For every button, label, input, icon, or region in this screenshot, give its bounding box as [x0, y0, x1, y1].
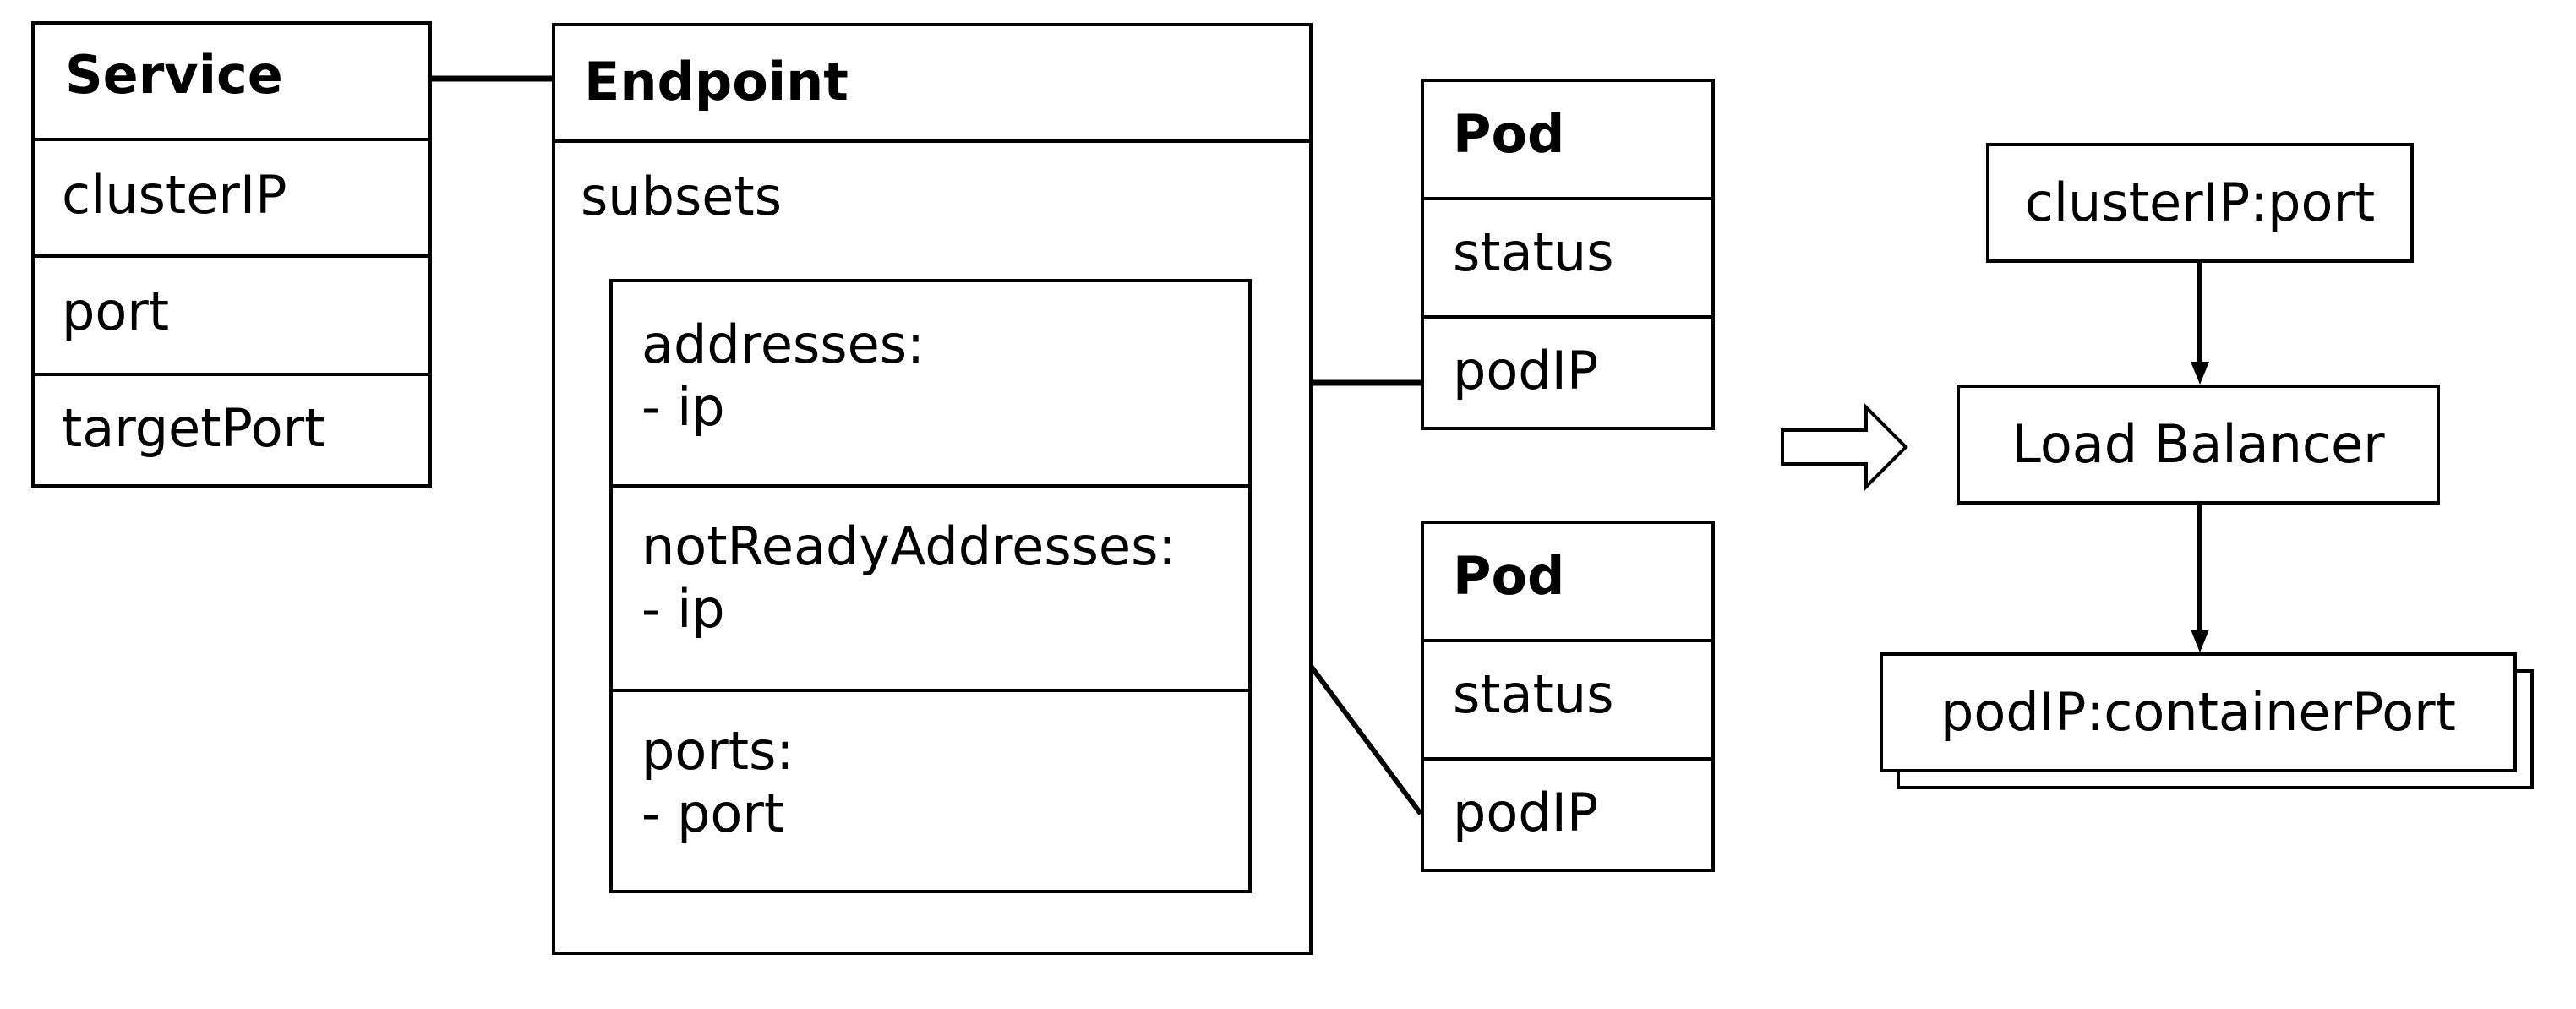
endpoint-title: Endpoint: [584, 51, 849, 112]
subset-row-notready: notReadyAddresses: - ip: [613, 484, 1248, 689]
service-field-row: targetPort: [35, 373, 428, 488]
pod-field-row: status: [1424, 197, 1711, 315]
pod-ip-container-port-box: podIP:containerPort: [1880, 652, 2517, 772]
pod-title: Pod: [1453, 545, 1565, 607]
pod-field-status: status: [1453, 221, 1614, 283]
service-field-port: port: [62, 281, 170, 342]
pod-field-row: podIP: [1424, 757, 1711, 869]
cluster-ip-port-box: clusterIP:port: [1986, 143, 2414, 263]
pod-box: Pod status podIP: [1421, 79, 1715, 430]
subset-row-addresses: addresses: - ip: [613, 282, 1248, 484]
pod-box: Pod status podIP: [1421, 521, 1715, 872]
service-field-row: clusterIP: [35, 138, 428, 254]
pod-field-status: status: [1453, 663, 1614, 725]
pod-field-podip: podIP: [1453, 340, 1599, 401]
subsets-box: addresses: - ip notReadyAddresses: - ip …: [609, 279, 1252, 893]
pod-ip-container-port-label: podIP:containerPort: [1940, 681, 2456, 744]
addresses-label: addresses:: [641, 314, 925, 375]
pod-field-row: podIP: [1424, 315, 1711, 427]
load-balancer-box: Load Balancer: [1957, 385, 2440, 504]
pod-title: Pod: [1453, 103, 1565, 165]
service-field-targetport: targetPort: [62, 397, 325, 459]
ports-label: ports:: [641, 720, 794, 782]
ports-item: - port: [641, 783, 785, 844]
subset-row-ports: ports: - port: [613, 689, 1248, 890]
cluster-ip-port-label: clusterIP:port: [2024, 172, 2376, 234]
notready-item: - ip: [641, 578, 725, 640]
pod-field-podip: podIP: [1453, 782, 1599, 843]
load-balancer-label: Load Balancer: [2011, 413, 2385, 476]
arrowhead-down-icon: [2191, 630, 2209, 652]
service-field-row: port: [35, 254, 428, 373]
arrowhead-down-icon: [2191, 362, 2209, 385]
service-box: Service clusterIP port targetPort: [31, 21, 432, 488]
service-title: Service: [65, 44, 283, 106]
endpoint-subsets-label: subsets: [581, 166, 783, 227]
addresses-item: - ip: [641, 376, 725, 438]
service-field-clusterip: clusterIP: [62, 164, 287, 226]
notready-label: notReadyAddresses:: [641, 515, 1176, 577]
hollow-right-arrow-icon: [1781, 403, 1908, 491]
pod-field-row: status: [1424, 639, 1711, 757]
